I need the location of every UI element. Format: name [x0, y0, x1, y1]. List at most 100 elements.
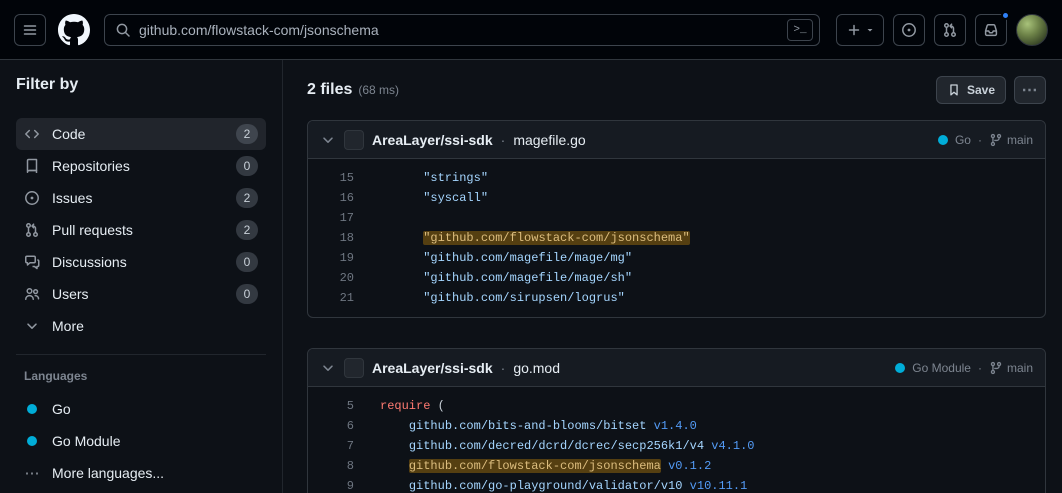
count-badge: 0	[236, 252, 258, 272]
code-snippet: 15 "strings" 16 "syscall" 17 18 "github.co…	[308, 159, 1045, 317]
branch-ref[interactable]: main	[989, 361, 1033, 375]
repo-avatar[interactable]	[344, 357, 364, 378]
separator: ·	[977, 132, 982, 147]
count-badge: 0	[236, 284, 258, 304]
octocat-icon	[58, 13, 90, 46]
sidebar-item-label: Repositories	[52, 158, 130, 174]
ellipsis-icon: ⋯	[24, 464, 40, 482]
line-content: github.com/flowstack-com/jsonschema v0.1…	[408, 459, 712, 473]
inbox-icon	[983, 22, 999, 38]
count-badge: 2	[236, 220, 258, 240]
code-line: 21 "github.com/sirupsen/logrus"	[308, 288, 1045, 308]
code-line: 6 github.com/bits-and-blooms/bitset v1.4…	[308, 416, 1045, 436]
more-languages-button[interactable]: ⋯ More languages...	[16, 457, 266, 489]
branch-name: main	[1006, 132, 1033, 147]
page-body: Filter by Code 2 Repositories 0 Issues 2	[0, 60, 1062, 493]
sidebar-divider	[16, 354, 266, 355]
sidebar-item-label: Users	[52, 286, 89, 302]
save-label: Save	[966, 83, 995, 97]
github-logo[interactable]	[58, 13, 90, 46]
issues-button[interactable]	[893, 13, 925, 46]
line-content: "github.com/sirupsen/logrus"	[380, 291, 625, 305]
pull-requests-button[interactable]	[934, 13, 966, 46]
sidebar-item-label: Discussions	[52, 254, 127, 270]
save-search-button[interactable]: Save	[935, 76, 1006, 104]
line-number[interactable]: 19	[308, 248, 354, 268]
count-badge: 2	[236, 188, 258, 208]
line-number[interactable]: 5	[308, 396, 354, 416]
create-new-button[interactable]	[836, 13, 884, 46]
user-avatar[interactable]	[1016, 13, 1048, 46]
issue-opened-icon	[24, 190, 40, 206]
sidebar-item-issues[interactable]: Issues 2	[16, 182, 266, 214]
hamburger-menu-button[interactable]	[14, 13, 46, 46]
sidebar-more-toggle[interactable]: More	[16, 310, 266, 342]
language-filter-go[interactable]: Go	[16, 393, 266, 425]
separator: ·	[500, 359, 506, 376]
search-icon	[115, 22, 131, 38]
results-overflow-button[interactable]: ⋯	[1014, 76, 1046, 104]
result-meta: Go · main	[937, 132, 1033, 147]
code-line: 9 github.com/go-playground/validator/v10…	[308, 476, 1045, 493]
language-filter-go-module[interactable]: Go Module	[16, 425, 266, 457]
language-label: Go Module	[912, 360, 971, 375]
line-content: github.com/decred/dcrd/dcrec/secp256k1/v…	[408, 439, 755, 453]
repo-link[interactable]: AreaLayer/ssi-sdk	[372, 360, 493, 376]
repo-avatar[interactable]	[344, 129, 364, 150]
sidebar-item-code[interactable]: Code 2	[16, 118, 266, 150]
line-number[interactable]: 21	[308, 288, 354, 308]
comment-discussion-icon	[24, 254, 40, 270]
count-badge: 2	[236, 124, 258, 144]
count-badge: 0	[236, 156, 258, 176]
branch-ref[interactable]: main	[989, 133, 1033, 147]
notifications-button[interactable]	[975, 10, 1010, 46]
sidebar-item-label: Pull requests	[52, 222, 133, 238]
sidebar-item-discussions[interactable]: Discussions 0	[16, 246, 266, 278]
kebab-icon: ⋯	[1021, 82, 1039, 99]
sidebar-item-label: Code	[52, 126, 86, 142]
results-actions: Save ⋯	[935, 76, 1046, 104]
line-content: "strings"	[380, 171, 489, 185]
code-line: 8 github.com/flowstack-com/jsonschema v0…	[308, 456, 1045, 476]
language-dot	[895, 362, 906, 373]
line-number[interactable]: 16	[308, 188, 354, 208]
code-line: 15 "strings"	[308, 168, 1045, 188]
global-search-bar[interactable]: github.com/flowstack-com/jsonschema >_	[104, 13, 820, 46]
line-content: require (	[380, 399, 445, 413]
line-content: "syscall"	[380, 191, 489, 205]
line-number[interactable]: 15	[308, 168, 354, 188]
line-number[interactable]: 9	[308, 476, 354, 493]
result-card-magefile: AreaLayer/ssi-sdk · magefile.go Go · mai…	[307, 120, 1046, 318]
command-palette-hint[interactable]: >_	[787, 18, 813, 41]
line-number[interactable]: 6	[308, 416, 354, 436]
repo-link[interactable]: AreaLayer/ssi-sdk	[372, 132, 493, 148]
sidebar-item-label: Issues	[52, 190, 93, 206]
sidebar-item-users[interactable]: Users 0	[16, 278, 266, 310]
top-header: github.com/flowstack-com/jsonschema >_	[0, 0, 1062, 60]
language-label: Go	[52, 401, 71, 417]
file-link[interactable]: magefile.go	[513, 132, 585, 148]
language-label: Go Module	[52, 433, 121, 449]
git-pull-request-icon	[24, 222, 40, 238]
line-number[interactable]: 8	[308, 456, 354, 476]
code-line: 19 "github.com/magefile/mage/mg"	[308, 248, 1045, 268]
caret-down-icon	[866, 26, 874, 34]
line-number[interactable]: 17	[308, 208, 354, 228]
collapse-chevron-icon[interactable]	[320, 132, 336, 148]
result-card-gomod: AreaLayer/ssi-sdk · go.mod Go Module · m…	[307, 348, 1046, 493]
git-pull-request-icon	[942, 22, 958, 38]
issue-opened-icon	[901, 22, 917, 38]
result-card-header: AreaLayer/ssi-sdk · magefile.go Go · mai…	[308, 121, 1045, 159]
code-line: 17	[308, 208, 1045, 228]
line-number[interactable]: 7	[308, 436, 354, 456]
go-language-dot	[24, 404, 40, 414]
line-number[interactable]: 20	[308, 268, 354, 288]
line-content: "github.com/flowstack-com/jsonschema"	[423, 231, 690, 245]
line-number[interactable]: 18	[308, 228, 354, 248]
file-link[interactable]: go.mod	[513, 360, 560, 376]
sidebar-item-repositories[interactable]: Repositories 0	[16, 150, 266, 182]
code-line: 7 github.com/decred/dcrd/dcrec/secp256k1…	[308, 436, 1045, 456]
sidebar-item-pull-requests[interactable]: Pull requests 2	[16, 214, 266, 246]
bookmark-icon	[947, 83, 961, 97]
collapse-chevron-icon[interactable]	[320, 360, 336, 376]
